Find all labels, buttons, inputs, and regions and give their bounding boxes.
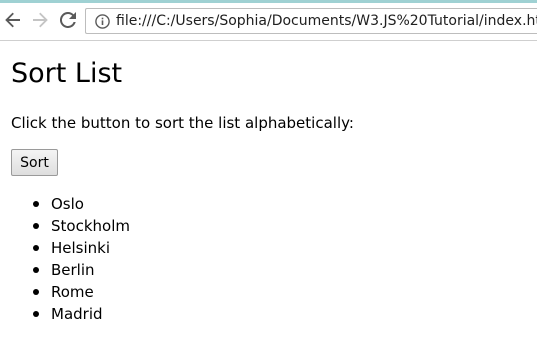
list-item: Berlin [33, 259, 130, 281]
list-item-label: Helsinki [51, 239, 111, 257]
page-content: Sort List Click the button to sort the l… [0, 41, 537, 347]
list-item: Oslo [33, 193, 130, 215]
list-bullet [33, 223, 39, 229]
list-item-label: Rome [51, 283, 94, 301]
list-item: Rome [33, 281, 130, 303]
list-item-label: Oslo [51, 195, 84, 213]
list-item-label: Berlin [51, 261, 95, 279]
list-item: Helsinki [33, 237, 130, 259]
page-title: Sort List [11, 58, 123, 89]
list-bullet [33, 267, 39, 273]
list-item: Madrid [33, 303, 130, 325]
arrow-left-icon [5, 12, 21, 28]
arrow-right-icon [32, 12, 48, 28]
back-button[interactable] [3, 9, 23, 31]
list-bullet [33, 289, 39, 295]
list-item-label: Stockholm [51, 217, 130, 235]
instruction-text: Click the button to sort the list alphab… [11, 114, 354, 132]
list-bullet [33, 201, 39, 207]
list-item: Stockholm [33, 215, 130, 237]
sort-button[interactable]: Sort [11, 149, 58, 176]
browser-toolbar: file:///C:/Users/Sophia/Documents/W3.JS%… [0, 3, 537, 41]
list-bullet [33, 245, 39, 251]
reload-button[interactable] [58, 9, 78, 31]
url-text[interactable]: file:///C:/Users/Sophia/Documents/W3.JS%… [116, 13, 537, 30]
forward-button[interactable] [30, 9, 50, 31]
reload-icon [60, 12, 76, 28]
address-bar[interactable]: file:///C:/Users/Sophia/Documents/W3.JS%… [85, 8, 537, 34]
list-bullet [33, 311, 39, 317]
info-circle-icon[interactable] [95, 14, 110, 29]
city-list: Oslo Stockholm Helsinki Berlin Rome Madrid [33, 193, 130, 325]
list-item-label: Madrid [51, 305, 103, 323]
